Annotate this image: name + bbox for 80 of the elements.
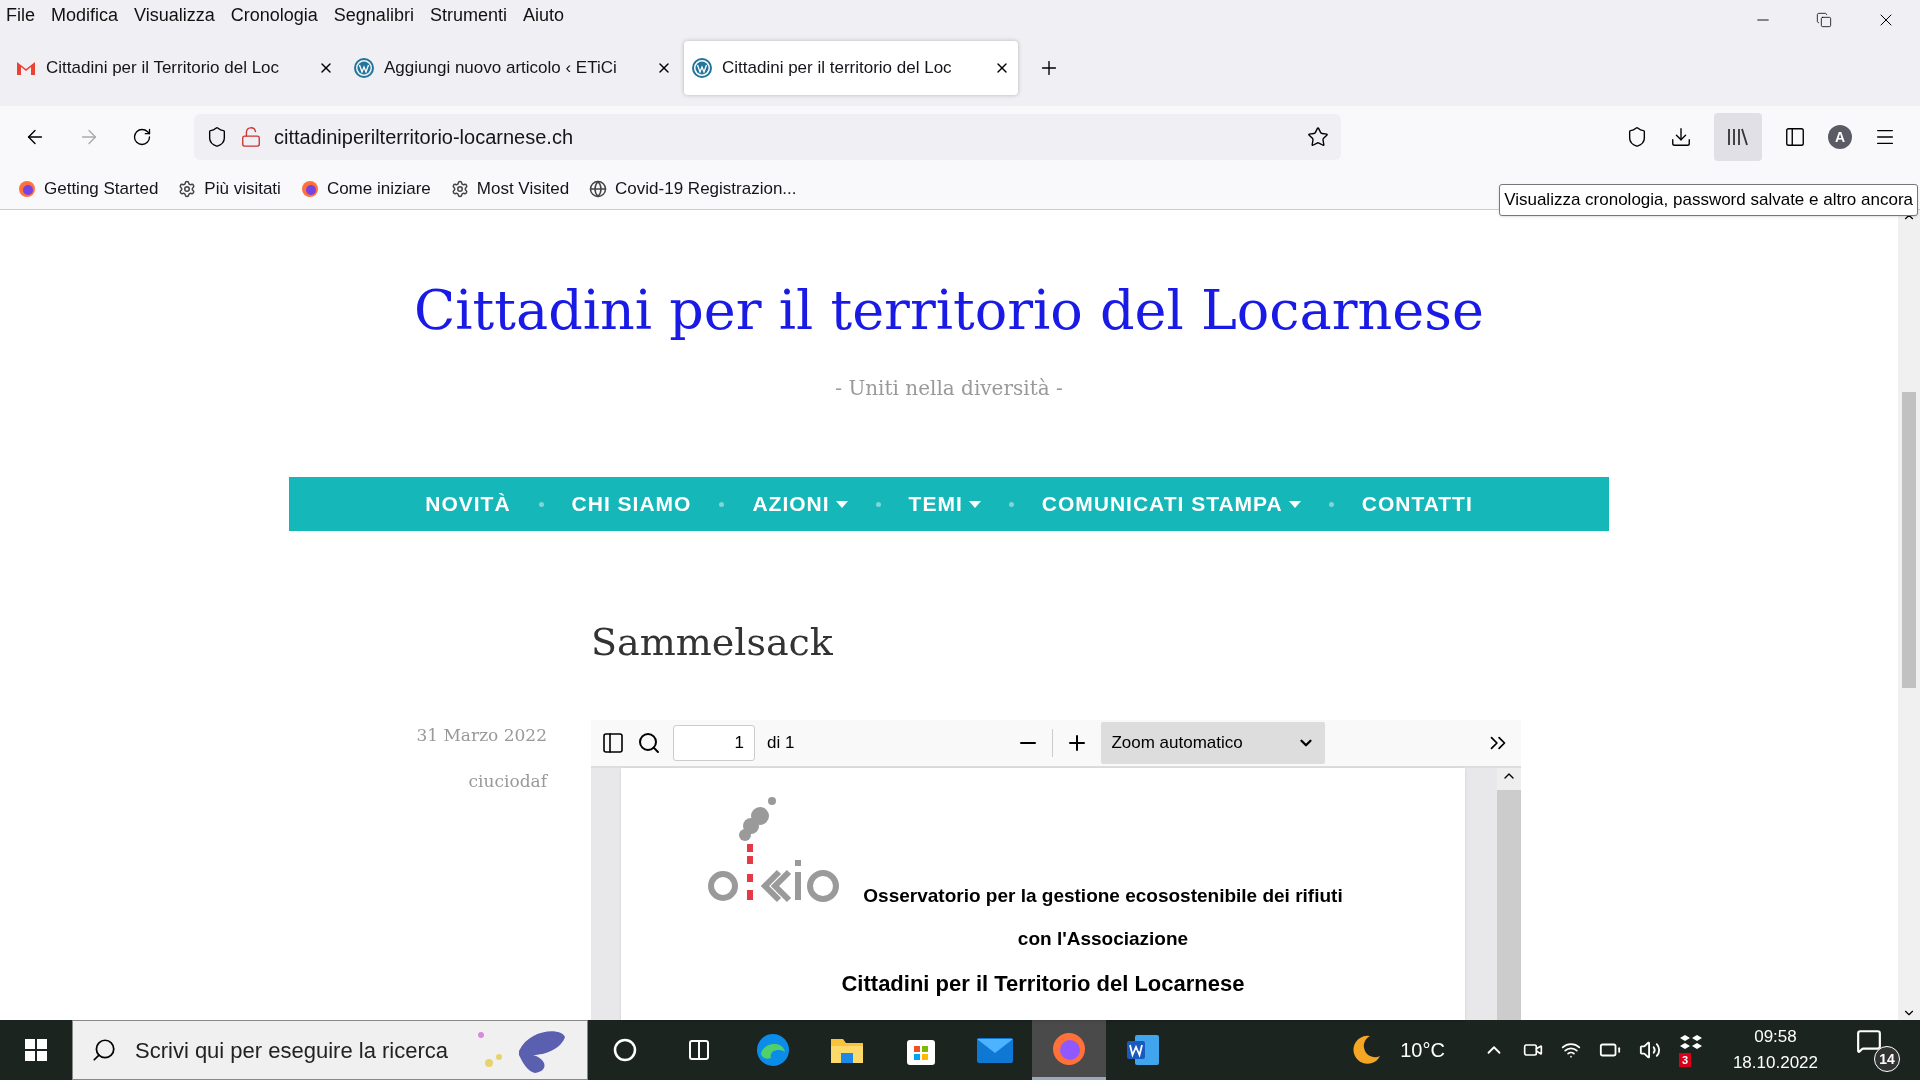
reload-icon[interactable] <box>132 127 152 147</box>
document-heading: Cittadini per il Territorio del Locarnese <box>841 970 1245 998</box>
site-tagline: - Uniti nella diversità - <box>835 375 1063 402</box>
library-button[interactable] <box>1714 113 1762 161</box>
bookmark-item[interactable]: Most Visited <box>450 175 570 202</box>
scrollbar-thumb[interactable] <box>1902 392 1916 688</box>
menu-item[interactable]: Cronologia <box>230 1 318 29</box>
browser-swirl-icon[interactable] <box>755 1032 791 1068</box>
gear-icon <box>450 179 469 198</box>
insecure-lock-icon[interactable] <box>240 126 262 148</box>
tab-title: Cittadini per il Territorio del Loc <box>46 57 281 80</box>
bookmark-item[interactable]: Getting Started <box>18 175 159 202</box>
search-icon <box>91 1037 117 1063</box>
bookmark-star-icon[interactable] <box>1307 126 1329 148</box>
caret-icon <box>1288 500 1301 508</box>
circle-icon[interactable] <box>613 1038 637 1062</box>
menu-item[interactable]: Aiuto <box>522 1 564 29</box>
notification-count: 14 <box>1874 1046 1900 1072</box>
caret-icon <box>835 500 848 508</box>
sidebar-icon[interactable] <box>1784 126 1806 148</box>
temperature[interactable]: 10°C <box>1400 1035 1445 1065</box>
bookmark-label: Più visitati <box>204 177 281 200</box>
bookmark-item[interactable]: Più visitati <box>178 175 281 202</box>
page-count: di 1 <box>767 732 795 755</box>
bookmark-label: Come iniziare <box>326 177 431 200</box>
menu-item[interactable]: Strumenti <box>429 1 507 29</box>
clock[interactable]: 09:58 18.10.2022 <box>1732 1024 1818 1076</box>
post-date: 31 Marzo 2022 <box>416 724 547 747</box>
menu-item[interactable]: Segnalibri <box>333 1 414 29</box>
message-icon <box>1856 1028 1882 1054</box>
document-heading: Osservatorio per la gestione ecosostenibile dei rifiuti <box>863 884 1343 908</box>
task-view-icon[interactable] <box>687 1038 711 1062</box>
menu-item[interactable]: File <box>6 1 35 29</box>
word-document-icon[interactable] <box>1125 1032 1161 1068</box>
gear-icon <box>178 179 197 198</box>
firefox-icon <box>18 179 36 198</box>
browser-tab[interactable]: Cittadini per il Territorio del Loc <box>8 41 342 95</box>
page-number-field[interactable]: 1 <box>673 725 755 761</box>
bookmark-item[interactable]: Covid-19 Registrazion... <box>589 175 797 202</box>
tab-title: Cittadini per il territorio del Loc <box>722 57 953 80</box>
zoom-select[interactable]: Zoom automatico <box>1101 722 1326 764</box>
notification-center-button[interactable]: 14 <box>1856 1028 1900 1072</box>
bookmark-label: Most Visited <box>476 177 570 200</box>
tab-title: Aggiungi nuovo articolo ‹ ETiCi <box>384 57 618 80</box>
search-icon[interactable] <box>637 731 661 755</box>
wifi-icon[interactable] <box>1560 1040 1581 1060</box>
tooltip: Visualizza cronologia, password salvate e altro ancora <box>1499 184 1918 216</box>
browser-tab[interactable]: Cittadini per il territorio del Loc <box>684 41 1018 95</box>
bookmark-item[interactable]: Come iniziare <box>300 175 431 202</box>
volume-icon[interactable] <box>1638 1039 1661 1061</box>
wordpress-logo-icon <box>354 58 374 78</box>
restore-icon[interactable] <box>1816 12 1832 28</box>
windows-logo-icon <box>25 1039 47 1061</box>
notification-badge: 3 <box>1678 1053 1692 1067</box>
sidebar-toggle-icon[interactable] <box>601 731 625 755</box>
mail-logo-icon <box>16 60 36 76</box>
account-avatar[interactable]: A <box>1828 125 1852 149</box>
bookmark-label: Covid-19 Registrazion... <box>615 177 797 200</box>
taskbar-search-field[interactable]: Scrivi qui per eseguire la ricerca <box>72 1020 588 1080</box>
globe-icon <box>589 179 608 198</box>
caret-icon <box>968 500 981 508</box>
browser-tab[interactable]: Aggiungi nuovo articolo ‹ ETiCi <box>346 41 680 95</box>
menu-item[interactable]: Modifica <box>51 1 119 29</box>
menu-item[interactable]: Visualizza <box>134 1 215 29</box>
firefox-icon[interactable] <box>1051 1030 1087 1067</box>
firefox-icon <box>300 179 319 198</box>
library-icon <box>1727 127 1749 147</box>
search-input[interactable]: Scrivi qui per eseguire la ricerca <box>135 1033 451 1067</box>
wordpress-logo-icon <box>692 58 712 78</box>
shield-icon[interactable] <box>206 126 228 148</box>
envelope-icon[interactable] <box>976 1035 1014 1065</box>
moon-icon <box>1350 1034 1383 1066</box>
post-title: Sammelsack <box>591 619 834 666</box>
bookmark-label: Getting Started <box>44 177 159 200</box>
address-bar[interactable]: cittadiniperilterritorio-locarnese.ch <box>194 114 1341 160</box>
url-text: cittadiniperilterritorio-locarnese.ch <box>274 125 574 150</box>
dropbox-tray-icon[interactable]: 3 <box>1678 1033 1705 1067</box>
document-heading: con l'Associazione <box>1017 926 1189 951</box>
site-title: Cittadini per il territorio del Locarnese <box>414 278 1484 344</box>
download-icon[interactable] <box>1670 126 1692 148</box>
